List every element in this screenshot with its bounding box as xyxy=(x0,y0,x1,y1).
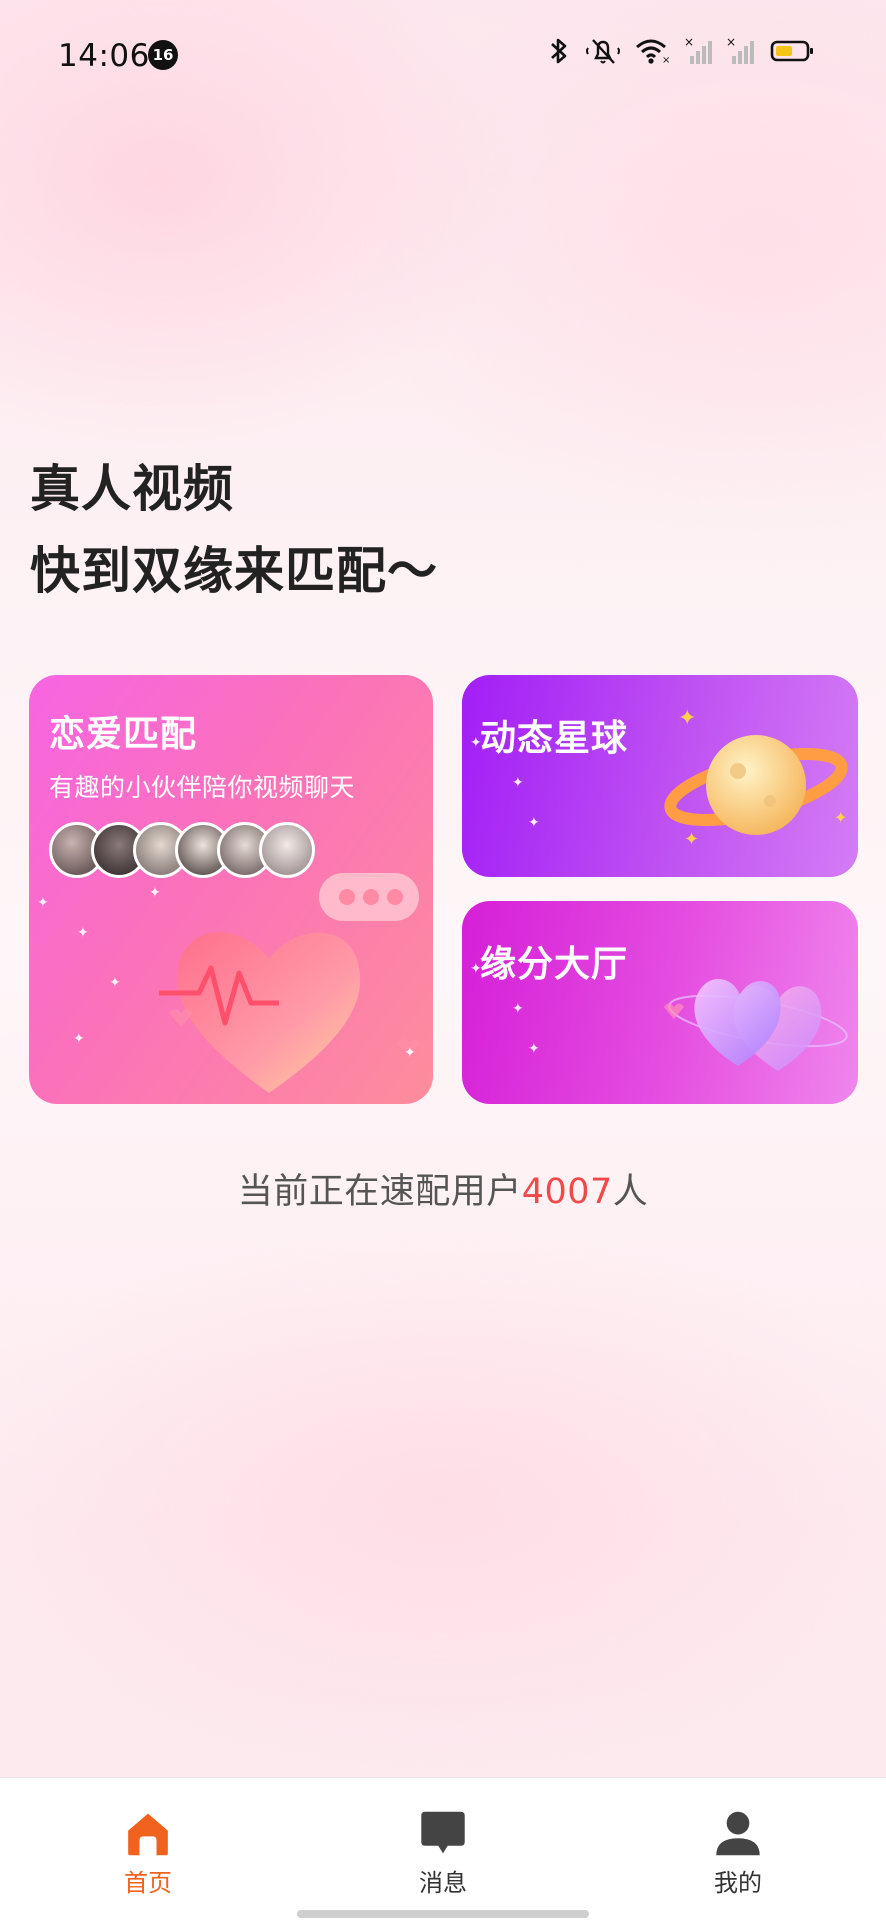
sparkle-icon: ✦ xyxy=(528,1041,540,1057)
status-bar: 14:06 16 × × × xyxy=(0,0,886,110)
love-match-title: 恋爱匹配 xyxy=(49,714,198,755)
heart-pulse-icon xyxy=(159,873,421,1093)
svg-text:✦: ✦ xyxy=(834,808,847,827)
message-icon xyxy=(421,1811,465,1854)
home-icon xyxy=(128,1813,168,1856)
notification-badge: 16 xyxy=(148,40,178,70)
mute-icon xyxy=(586,39,620,64)
sparkle-icon: ✦ xyxy=(37,895,49,911)
nav-label-profile: 我的 xyxy=(714,1869,762,1897)
nav-label-messages: 消息 xyxy=(419,1869,467,1897)
sparkle-icon: ✦ xyxy=(528,815,540,831)
avatar-group xyxy=(49,822,329,878)
svg-text:✦: ✦ xyxy=(684,829,699,850)
battery-icon xyxy=(770,40,813,62)
sparkle-icon: ✦ xyxy=(73,1031,85,1047)
sparkle-icon: ✦ xyxy=(470,735,482,751)
online-count: 4007 xyxy=(521,1172,613,1212)
love-match-card[interactable]: 恋爱匹配 有趣的小伙伴陪你视频聊天 ✦ ✦ ✦ ✦ ✦ ✦ xyxy=(29,675,433,1104)
headline-line-2: 快到双缘来匹配～ xyxy=(30,542,438,600)
sparkle-icon: ✦ xyxy=(109,975,121,991)
planet-title: 动态星球 xyxy=(480,718,629,759)
online-count-text: 当前正在速配用户4007人 xyxy=(0,1163,886,1214)
love-match-subtitle: 有趣的小伙伴陪你视频聊天 xyxy=(49,773,356,802)
avatar xyxy=(259,822,315,878)
fate-hall-card[interactable]: 缘分大厅 ✦ ✦ ✦ xyxy=(462,901,858,1104)
svg-text:×: × xyxy=(662,55,670,66)
svg-text:✦: ✦ xyxy=(678,706,696,731)
sparkle-icon: ✦ xyxy=(512,775,524,791)
sparkle-icon: ✦ xyxy=(512,1001,524,1017)
status-icons: × × × xyxy=(548,36,848,72)
home-indicator[interactable] xyxy=(297,1910,589,1918)
nav-item-home[interactable]: 首页 xyxy=(48,1778,248,1898)
headline: 真人视频 快到双缘来匹配～ xyxy=(30,448,438,612)
svg-text:×: × xyxy=(684,36,694,49)
svg-text:×: × xyxy=(726,36,736,49)
online-prefix: 当前正在速配用户 xyxy=(237,1172,522,1212)
signal-2-icon: × xyxy=(726,36,754,64)
profile-icon xyxy=(716,1811,760,1856)
sparkle-icon: ✦ xyxy=(470,961,482,977)
nav-item-profile[interactable]: 我的 xyxy=(638,1778,838,1898)
sparkle-icon: ✦ xyxy=(77,925,89,941)
online-suffix: 人 xyxy=(612,1172,649,1212)
bluetooth-icon xyxy=(551,38,567,64)
planet-icon: ✦ ✦ ✦ xyxy=(664,706,848,850)
signal-1-icon: × xyxy=(684,36,712,64)
planet-card[interactable]: 动态星球 ✦ ✦ ✦ ✦ ✦ ✦ xyxy=(462,675,858,877)
status-time: 14:06 xyxy=(58,38,150,74)
hearts-icon xyxy=(664,978,848,1071)
wifi-icon: × xyxy=(636,39,670,66)
headline-line-1: 真人视频 xyxy=(30,460,234,518)
sparkle-icon: ✦ xyxy=(404,1045,416,1061)
sparkle-icon: ✦ xyxy=(149,885,161,901)
nav-label-home: 首页 xyxy=(124,1869,172,1897)
nav-item-messages[interactable]: 消息 xyxy=(343,1778,543,1898)
bottom-nav: 首页 消息 我的 xyxy=(0,1777,886,1920)
fate-hall-title: 缘分大厅 xyxy=(480,944,629,985)
